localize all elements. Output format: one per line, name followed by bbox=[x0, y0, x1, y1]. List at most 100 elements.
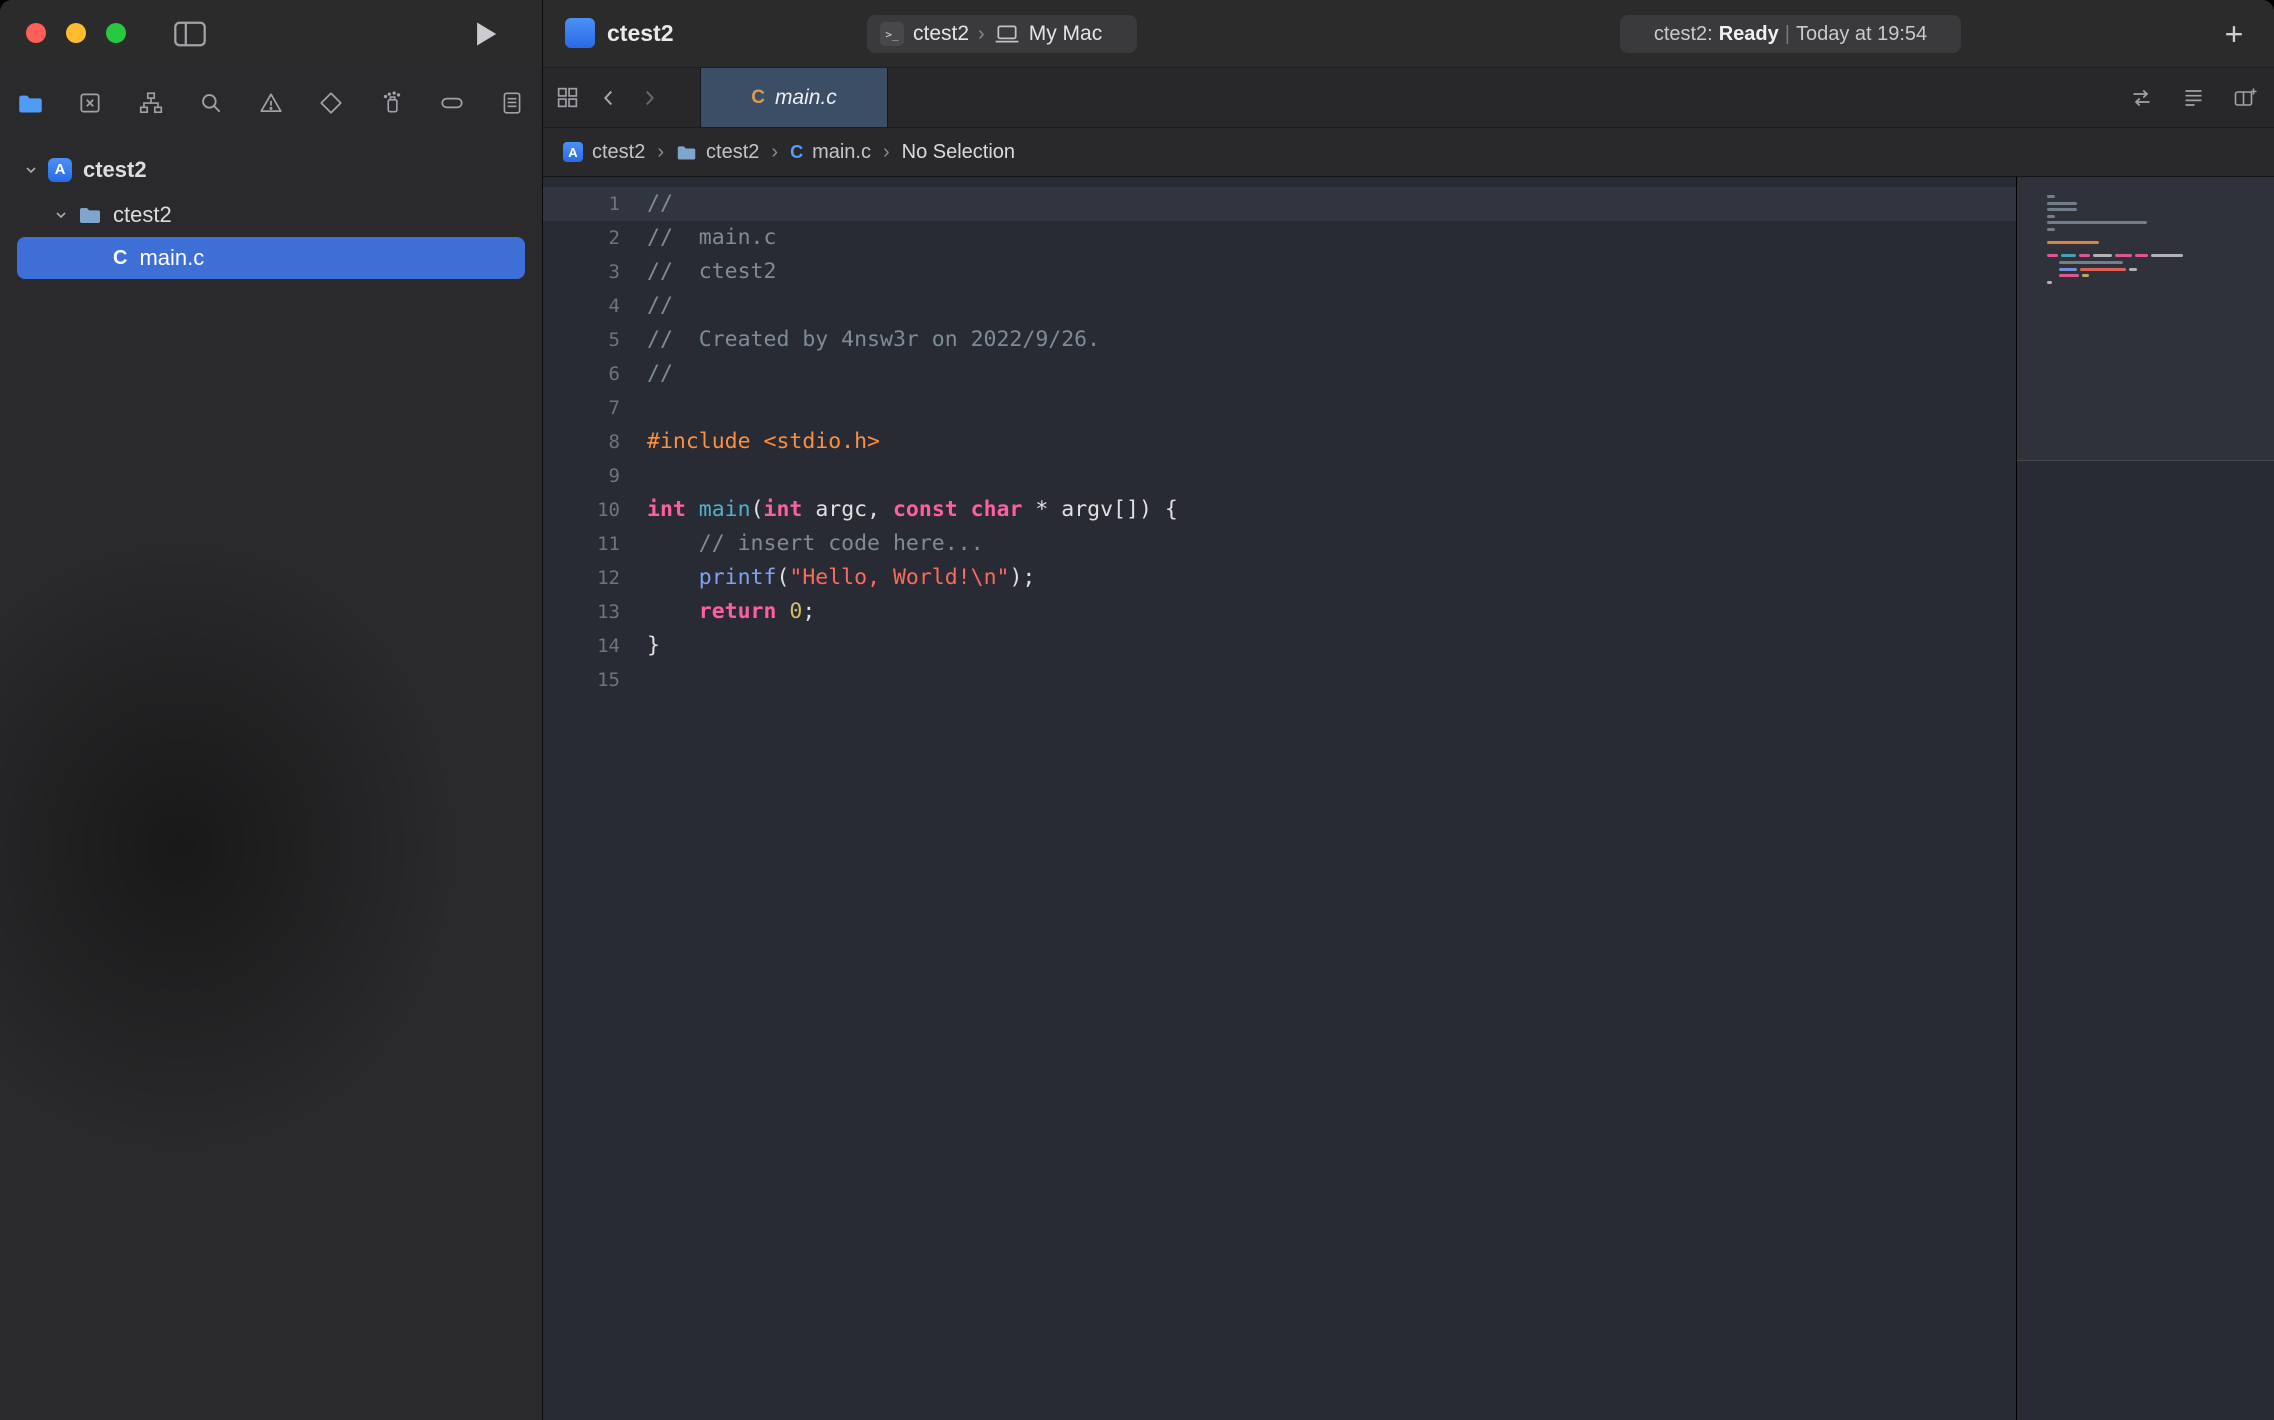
code-line[interactable]: 6 // bbox=[543, 357, 2016, 391]
minimap-line bbox=[2047, 221, 2274, 224]
minimize-window-button[interactable] bbox=[66, 23, 86, 43]
line-number: 13 bbox=[543, 595, 620, 629]
code-line[interactable]: 1// bbox=[543, 187, 2016, 221]
code-line[interactable]: 11 // insert code here... bbox=[543, 527, 2016, 561]
breadcrumb-selection[interactable]: No Selection bbox=[902, 141, 1015, 164]
line-number: 12 bbox=[543, 561, 620, 595]
breakpoint-navigator-icon[interactable] bbox=[436, 87, 468, 119]
find-navigator-icon[interactable] bbox=[195, 87, 227, 119]
folder-icon bbox=[78, 203, 102, 227]
folder-icon bbox=[676, 142, 697, 163]
toggle-sidebar-button[interactable] bbox=[170, 17, 210, 51]
disclosure-chevron-icon[interactable] bbox=[22, 162, 40, 178]
breadcrumb-file[interactable]: C main.c bbox=[790, 141, 871, 164]
code-line[interactable]: 2 // main.c bbox=[543, 221, 2016, 255]
line-number: 10 bbox=[543, 493, 620, 527]
code-line[interactable]: 9 bbox=[543, 459, 2016, 493]
status-state: Ready bbox=[1719, 23, 1779, 46]
minimap-line bbox=[2047, 261, 2274, 264]
close-window-button[interactable] bbox=[26, 23, 46, 43]
minimap-line bbox=[2047, 195, 2274, 198]
minimap[interactable] bbox=[2016, 177, 2274, 1420]
minimap-line bbox=[2047, 287, 2274, 290]
project-navigator-tree: A ctest2 ctest2 C main.c bbox=[0, 139, 542, 279]
code-text: // ctest2 bbox=[647, 259, 776, 284]
hierarchy-navigator-icon[interactable] bbox=[135, 87, 167, 119]
xcode-window: ctest2 ctest2 >_ ctest2 › My Mac ctest2:… bbox=[0, 0, 2274, 1420]
scheme-target-icon: >_ bbox=[880, 22, 904, 46]
code-text: return 0; bbox=[647, 599, 815, 624]
sidebar-divider[interactable] bbox=[542, 0, 543, 1420]
window-project-title: ctest2 bbox=[607, 20, 673, 47]
status-project: ctest2: bbox=[1654, 23, 1713, 46]
code-review-icon[interactable] bbox=[2128, 86, 2155, 110]
code-line[interactable]: 14} bbox=[543, 629, 2016, 663]
source-editor[interactable]: 1//2// main.c3// ctest24//5// Created by… bbox=[543, 177, 2016, 1420]
code-text: printf("Hello, World!\n"); bbox=[647, 565, 1035, 590]
c-file-icon: C bbox=[113, 247, 127, 270]
code-line[interactable]: 7 bbox=[543, 391, 2016, 425]
code-line[interactable]: 15 bbox=[543, 663, 2016, 697]
line-number: 3 bbox=[543, 255, 620, 289]
code-line[interactable]: 4// bbox=[543, 289, 2016, 323]
tree-row-project[interactable]: A ctest2 bbox=[0, 147, 542, 192]
tab-main-c[interactable]: C main.c bbox=[700, 68, 888, 127]
code-line[interactable]: 13 return 0; bbox=[543, 595, 2016, 629]
activity-status[interactable]: ctest2: Ready | Today at 19:54 bbox=[1620, 15, 1961, 53]
forward-navigation-icon[interactable] bbox=[638, 86, 660, 110]
line-number: 5 bbox=[543, 323, 620, 357]
editor-options-icon[interactable] bbox=[2181, 86, 2206, 110]
report-navigator-icon[interactable] bbox=[496, 87, 528, 119]
code-line[interactable]: 3 // ctest2 bbox=[543, 255, 2016, 289]
navigator-sidebar: A ctest2 ctest2 C main.c bbox=[0, 67, 542, 1420]
x-square-navigator-icon[interactable] bbox=[74, 87, 106, 119]
tree-row-file-selected[interactable]: C main.c bbox=[17, 237, 525, 279]
code-text: // main.c bbox=[647, 225, 776, 250]
scheme-selector[interactable]: >_ ctest2 › My Mac bbox=[867, 15, 1137, 53]
minimap-line bbox=[2047, 235, 2274, 238]
tree-group-label: ctest2 bbox=[113, 202, 172, 228]
code-line[interactable]: 10int main(int argc, const char * argv[]… bbox=[543, 493, 2016, 527]
issue-navigator-icon[interactable] bbox=[255, 87, 287, 119]
toolbar-main-section: ctest2 ctest2 >_ ctest2 › My Mac ctest2:… bbox=[543, 0, 2274, 67]
editor-area: C main.c A ctest2 › bbox=[543, 67, 2274, 1420]
code-text: // insert code here... bbox=[647, 531, 984, 556]
related-items-grid-icon[interactable] bbox=[555, 85, 580, 110]
line-number: 1 bbox=[543, 187, 620, 221]
line-number: 2 bbox=[543, 221, 620, 255]
breadcrumb-group[interactable]: ctest2 bbox=[676, 141, 759, 164]
c-file-icon: C bbox=[751, 87, 765, 109]
chevron-right-icon: › bbox=[657, 141, 664, 164]
zoom-window-button[interactable] bbox=[106, 23, 126, 43]
back-navigation-icon[interactable] bbox=[598, 86, 620, 110]
project-navigator-icon[interactable] bbox=[14, 87, 46, 119]
run-destination[interactable]: My Mac bbox=[1029, 22, 1103, 46]
disclosure-chevron-icon[interactable] bbox=[52, 207, 70, 223]
tab-label: main.c bbox=[775, 86, 837, 110]
chevron-right-icon: › bbox=[771, 141, 778, 164]
test-navigator-icon[interactable] bbox=[315, 87, 347, 119]
chevron-right-icon: › bbox=[883, 141, 890, 164]
chevron-right-icon: › bbox=[978, 23, 985, 46]
code-text: // bbox=[647, 293, 673, 318]
status-time: Today at 19:54 bbox=[1796, 23, 1927, 46]
library-add-button[interactable]: + bbox=[2216, 16, 2252, 52]
add-editor-split-icon[interactable] bbox=[2232, 86, 2258, 110]
play-icon bbox=[473, 20, 499, 48]
minimap-line bbox=[2047, 268, 2274, 271]
code-line[interactable]: 12 printf("Hello, World!\n"); bbox=[543, 561, 2016, 595]
scheme-name[interactable]: ctest2 bbox=[913, 22, 969, 46]
project-icon: A bbox=[563, 142, 583, 162]
run-button[interactable] bbox=[468, 17, 504, 51]
line-number: 6 bbox=[543, 357, 620, 391]
debug-navigator-icon[interactable] bbox=[376, 87, 408, 119]
minimap-line bbox=[2047, 228, 2274, 231]
breadcrumb-project[interactable]: A ctest2 bbox=[563, 141, 645, 164]
code-text: // bbox=[647, 361, 673, 386]
code-line[interactable]: 8#include <stdio.h> bbox=[543, 425, 2016, 459]
tree-file-label: main.c bbox=[139, 245, 204, 271]
code-line[interactable]: 5// Created by 4nsw3r on 2022/9/26. bbox=[543, 323, 2016, 357]
jump-bar: A ctest2 › ctest2 › C main.c › No Select… bbox=[543, 128, 2274, 177]
minimap-line bbox=[2047, 248, 2274, 251]
tree-row-group[interactable]: ctest2 bbox=[0, 192, 542, 237]
